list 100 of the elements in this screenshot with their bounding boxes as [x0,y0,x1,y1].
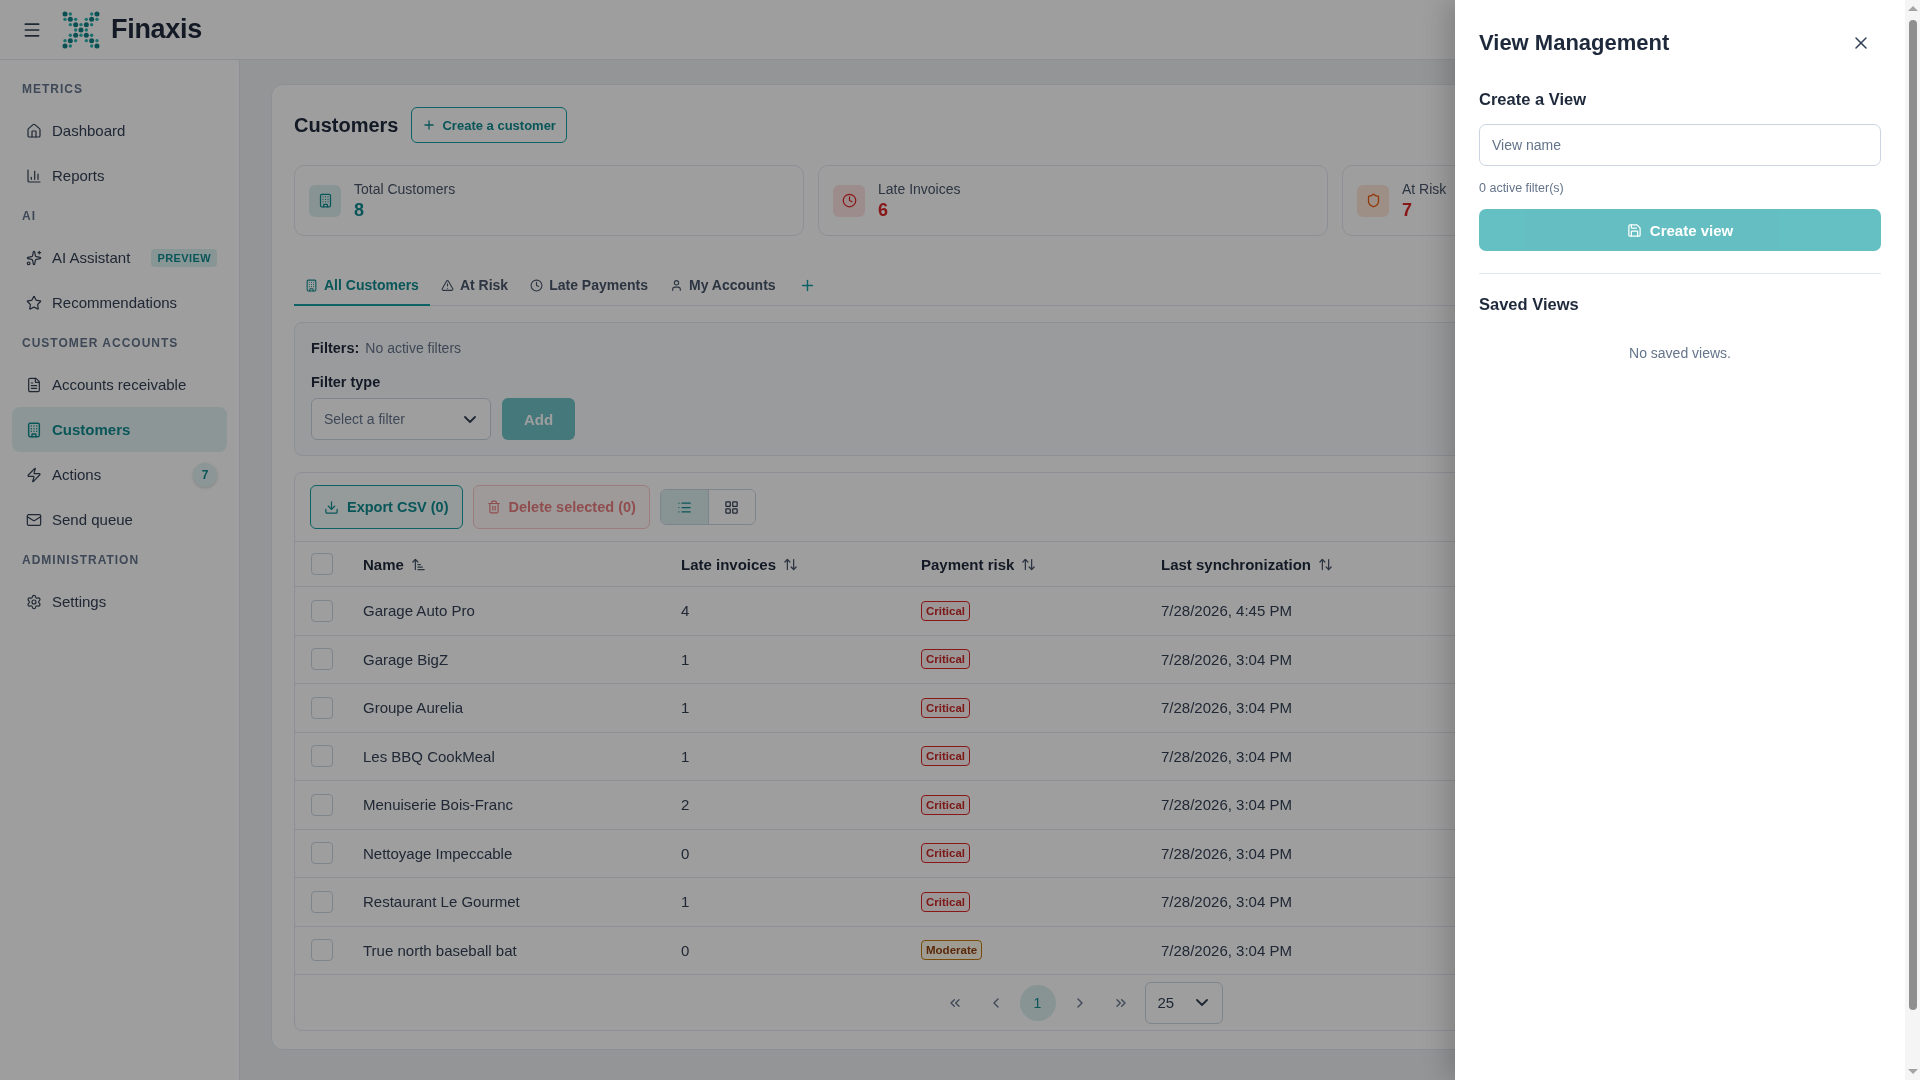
stat-label: Late Invoices [878,179,961,198]
risk-tag: Critical [921,649,970,670]
column-header[interactable]: Payment risk [921,555,1037,573]
envelope-icon [26,511,42,528]
scrollbar-thumb[interactable] [1908,20,1917,1010]
page-size-select[interactable]: 25 [1144,981,1223,1024]
chevron-down-icon [464,415,476,423]
count-badge: 7 [193,462,217,487]
risk-tag: Moderate [921,940,983,961]
checkbox[interactable] [311,890,333,913]
sidebar-item[interactable]: Settings [12,579,227,624]
risk-tag: Critical [921,843,970,864]
checkbox[interactable] [311,696,333,719]
filter-select[interactable]: Select a filter [311,398,491,440]
section-heading: METRICS [22,81,83,98]
sidebar-item[interactable]: Accounts receivable [12,362,227,407]
sidebar-item[interactable]: Send queue [12,497,227,542]
scroll-up-arrow-icon[interactable] [1907,6,1918,11]
export-csv-button[interactable]: Export CSV (0) [310,485,463,529]
chevron-down-icon [1195,999,1208,1006]
trash-icon [486,500,501,514]
checkbox[interactable] [311,648,333,671]
panel-title: View Management [1479,30,1670,56]
sync-time: 7/28/2026, 3:04 PM [1161,650,1292,668]
customer-name: Menuiserie Bois-Franc [363,796,514,814]
sidebar-item[interactable]: Actions 7 [12,452,227,497]
customer-name: Groupe Aurelia [363,699,464,717]
section-heading: Saved Views [1479,294,1579,315]
checkbox[interactable] [311,745,333,768]
risk-tag: Critical [921,697,970,718]
stat-label: At Risk [1402,179,1447,198]
warning-triangle-icon [440,278,454,292]
customer-name: True north baseball bat [363,941,517,959]
late-invoice-count: 2 [681,796,690,814]
sync-time: 7/28/2026, 3:04 PM [1161,844,1292,862]
sidebar-item[interactable]: AI Assistant PREVIEW [12,235,227,280]
document-icon [26,376,42,393]
plus-icon [422,118,437,132]
clock-icon [833,184,865,217]
empty-message: No saved views. [1629,344,1731,363]
checkbox[interactable] [311,793,333,816]
scroll-down-arrow-icon[interactable] [1907,1069,1918,1074]
bar-chart-icon [26,167,42,184]
late-invoice-count: 4 [681,602,690,620]
scrollbar[interactable] [1905,0,1920,1080]
list-icon [676,499,692,515]
star-icon [26,294,42,311]
download-icon [324,499,339,515]
active-filter-count: 0 active filter(s) [1479,180,1564,196]
create-customer-button[interactable]: Create a customer [411,107,567,143]
sync-time: 7/28/2026, 3:04 PM [1161,747,1292,765]
building-icon [26,421,42,438]
stat-value: 6 [878,198,888,222]
sync-time: 7/28/2026, 3:04 PM [1161,941,1292,959]
filters-label: Filters: [311,340,360,356]
column-header[interactable]: Last synchronization [1161,555,1334,573]
sidebar-item[interactable]: Dashboard [12,108,227,153]
section-heading: Create a View [1479,89,1586,110]
sync-time: 7/28/2026, 3:04 PM [1161,699,1292,717]
building-icon [305,278,318,292]
late-invoice-count: 1 [681,747,690,765]
late-invoice-count: 0 [681,941,690,959]
checkbox[interactable] [311,599,333,622]
page-title: Customers [294,113,399,137]
customer-name: Garage Auto Pro [363,602,475,620]
grid-icon [724,499,740,515]
late-invoice-count: 0 [681,844,690,862]
tab[interactable]: My Accounts [659,266,787,306]
view-toggle-button[interactable] [707,490,755,524]
risk-tag: Critical [921,794,970,815]
tab[interactable]: All Customers [294,266,430,306]
dotted-x-logo-icon [62,10,100,49]
customer-name: Garage BigZ [363,650,449,668]
column-header[interactable]: Name [363,555,426,573]
checkbox[interactable] [311,553,333,575]
stat-value: 8 [354,198,364,222]
sync-time: 7/28/2026, 3:04 PM [1161,893,1292,911]
sync-time: 7/28/2026, 4:45 PM [1161,602,1292,620]
sidebar-item[interactable]: Recommendations [12,280,227,325]
filter-type-label: Filter type [311,373,381,392]
tab[interactable]: At Risk [429,266,520,306]
customer-name: Nettoyage Impeccable [363,844,513,862]
sidebar-item[interactable]: Reports [12,153,227,198]
sparkles-icon [26,249,42,266]
tab[interactable]: Late Payments [519,266,659,306]
stat-label: Total Customers [354,179,456,198]
shield-icon [1357,184,1389,217]
customer-name: Les BBQ CookMeal [363,747,495,765]
building-icon [309,184,341,217]
risk-tag: Critical [921,891,970,912]
house-icon [26,122,42,139]
stat-value: 7 [1402,198,1412,222]
section-heading: ADMINISTRATION [22,552,140,569]
column-header[interactable]: Late invoices [681,555,799,573]
checkbox[interactable] [311,939,333,962]
view-toggle-button[interactable] [660,490,708,524]
checkbox[interactable] [311,842,333,865]
customer-name: Restaurant Le Gourmet [363,893,520,911]
view-name-field[interactable]: View name [1479,124,1881,166]
settings-icon [26,593,42,610]
